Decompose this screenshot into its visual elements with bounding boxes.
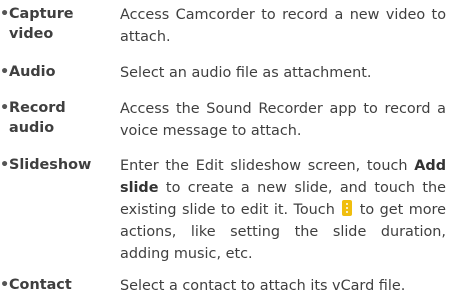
description-slideshow: Enter the Edit slideshow screen, touch A… (120, 155, 446, 265)
term-label: Capture video (9, 6, 74, 42)
description-record-audio: Access the Sound Recorder app to record … (120, 101, 446, 139)
description-audio: Select an audio file as attachment. (120, 65, 372, 81)
more-options-icon (342, 200, 353, 216)
term-capture-video: •Capture video (0, 4, 109, 44)
term-record-audio: •Record audio (0, 98, 109, 138)
term-label: Slideshow (9, 157, 92, 173)
bullet: • (0, 277, 10, 293)
term-contact: •Contact (0, 275, 109, 295)
term-label: Audio (9, 64, 56, 80)
term-label: Record audio (9, 100, 66, 136)
description-text: Enter the Edit slideshow screen, touch (120, 158, 415, 174)
bullet: • (0, 6, 10, 22)
description-capture-video: Access Camcorder to record a new video t… (120, 7, 446, 45)
term-label: Contact (9, 277, 72, 293)
term-slideshow: •Slideshow (0, 155, 109, 175)
bullet: • (0, 157, 10, 173)
bullet: • (0, 100, 10, 116)
bullet: • (0, 64, 10, 80)
term-audio: •Audio (0, 62, 109, 82)
description-contact: Select a contact to attach its vCard fil… (120, 278, 406, 294)
